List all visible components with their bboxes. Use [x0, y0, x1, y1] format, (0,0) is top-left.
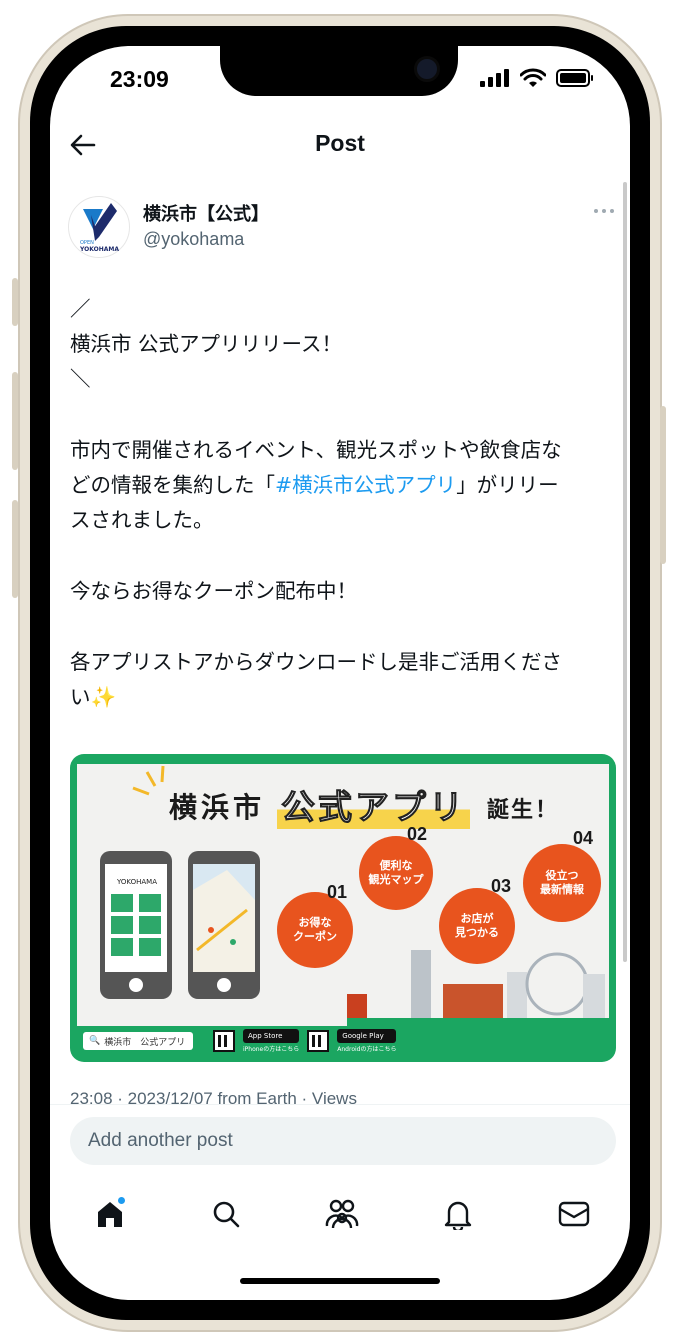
tab-search[interactable]	[206, 1194, 246, 1234]
android-note: Androidの方はこちら	[337, 1046, 397, 1053]
post-text: ／ 横浜市 公式アプリリリース！ ＼ 市内で開催されるイベント、観光スポットや飲…	[70, 292, 616, 715]
post-line: ／	[70, 297, 91, 321]
tab-communities[interactable]	[322, 1194, 362, 1234]
post-line: ＼	[70, 367, 91, 391]
avatar-yokohama-text: YOKOHAMA	[80, 246, 119, 253]
feature-number: 02	[407, 824, 428, 844]
status-time: 23:09	[110, 66, 169, 92]
volume-up-button	[12, 372, 18, 470]
search-icon	[213, 1201, 240, 1228]
post-line: い✨	[70, 685, 117, 709]
reply-input[interactable]: Add another post	[70, 1117, 616, 1165]
banner-title-city: 横浜市	[169, 791, 266, 824]
post-line: 市内で開催されるイベント、観光スポットや飲食店な	[70, 438, 562, 462]
feature-bubble: 役立つ 最新情報	[523, 844, 601, 922]
messages-icon	[558, 1201, 590, 1227]
banner-footer: 🔍 横浜市 公式アプリ App Store iPhoneの方はこちら Googl…	[77, 1026, 609, 1056]
tab-home[interactable]	[90, 1194, 130, 1234]
sparkle-lines-icon	[132, 765, 165, 796]
author-handle[interactable]: @yokohama	[143, 229, 244, 250]
banner-search-text: 横浜市 公式アプリ	[104, 1037, 186, 1048]
post-line: 各アプリストアからダウンロードし是非ご活用くださ	[70, 650, 562, 674]
volume-down-button	[12, 500, 18, 598]
wifi-icon	[520, 68, 546, 87]
more-options-icon[interactable]	[592, 204, 616, 218]
hashtag-link[interactable]: #横浜市公式アプリ	[275, 473, 456, 497]
feature-bubble: 便利な 観光マップ	[359, 836, 433, 910]
phone-app-name: YOKOHAMA	[117, 878, 158, 886]
post-line: 今ならお得なクーポン配布中！	[70, 579, 357, 603]
feature-number: 04	[573, 828, 594, 848]
post-line: スされました。	[70, 508, 214, 532]
status-icons	[480, 68, 594, 88]
screen: 23:09 Post OPEN YOKOHAMA 横浜市【公式】 @yokoha…	[50, 46, 630, 1300]
banner-canvas: 横浜市 公式アプリ 誕生！ YOKOHAMA お得な クーポン 01 便利な 観…	[77, 764, 609, 1026]
communities-icon	[325, 1199, 359, 1229]
home-indicator[interactable]	[240, 1278, 440, 1284]
feature-bubble: お得な クーポン	[277, 892, 353, 968]
power-button	[660, 406, 666, 564]
post-image[interactable]: 横浜市 公式アプリ 誕生！ YOKOHAMA お得な クーポン 01 便利な 観…	[70, 754, 616, 1062]
post-line: 横浜市 公式アプリリリース！	[70, 332, 342, 356]
battery-icon	[556, 69, 593, 87]
scrollbar[interactable]	[623, 182, 627, 962]
author-display-name[interactable]: 横浜市【公式】	[143, 200, 269, 226]
divider	[50, 1104, 630, 1105]
tab-messages[interactable]	[554, 1194, 594, 1234]
signal-icon	[480, 69, 509, 87]
phone-illustration-right	[188, 851, 260, 999]
feature-number: 03	[491, 876, 512, 896]
banner-search-box: 🔍 横浜市 公式アプリ	[83, 1032, 193, 1050]
iphone-note: iPhoneの方はこちら	[243, 1046, 300, 1053]
qr-code-icon	[307, 1030, 330, 1052]
post-text-fragment: 」がリリー	[456, 473, 559, 497]
notifications-icon	[444, 1201, 472, 1230]
tab-bar	[50, 1186, 630, 1246]
page-title: Post	[315, 130, 365, 156]
post-line: どの情報を集約した「#横浜市公式アプリ」がリリー	[70, 468, 616, 503]
city-skyline-illustration	[347, 950, 609, 1026]
banner-title-app: 公式アプリ	[277, 780, 470, 829]
banner-title-birth: 誕生！	[487, 798, 560, 823]
phone-illustration-left	[100, 851, 172, 999]
tab-notifications[interactable]	[438, 1194, 478, 1234]
camera	[414, 56, 440, 82]
notch	[220, 46, 458, 96]
google-play-badge: Google Play	[337, 1029, 397, 1043]
app-store-badge: App Store	[243, 1029, 300, 1043]
search-icon: 🔍	[89, 1036, 101, 1046]
notification-dot	[117, 1196, 126, 1205]
nav-bar: Post	[50, 124, 630, 168]
mute-switch	[12, 278, 18, 326]
qr-code-icon	[213, 1030, 235, 1052]
post-text-fragment: どの情報を集約した「	[70, 473, 275, 497]
feature-number: 01	[327, 882, 348, 902]
